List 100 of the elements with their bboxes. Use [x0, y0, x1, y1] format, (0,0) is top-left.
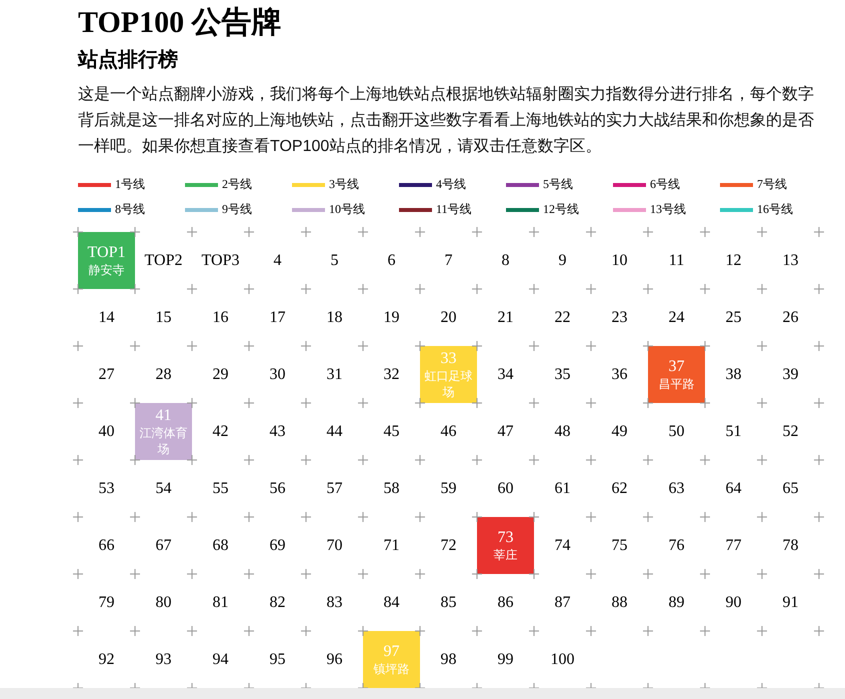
rank-tile[interactable]: 40	[78, 403, 135, 460]
rank-tile[interactable]: 89	[648, 574, 705, 631]
rank-tile[interactable]: 50	[648, 403, 705, 460]
rank-tile[interactable]: 72	[420, 517, 477, 574]
rank-tile[interactable]: 46	[420, 403, 477, 460]
rank-tile[interactable]: 69	[249, 517, 306, 574]
rank-tile[interactable]: 93	[135, 631, 192, 688]
rank-tile[interactable]: 95	[249, 631, 306, 688]
rank-tile[interactable]: 16	[192, 289, 249, 346]
rank-tile[interactable]: 85	[420, 574, 477, 631]
rank-tile[interactable]: 47	[477, 403, 534, 460]
rank-tile[interactable]: 44	[306, 403, 363, 460]
rank-tile[interactable]: 100	[534, 631, 591, 688]
rank-tile[interactable]: 45	[363, 403, 420, 460]
rank-tile[interactable]: 18	[306, 289, 363, 346]
rank-tile[interactable]: 71	[363, 517, 420, 574]
rank-tile[interactable]: 88	[591, 574, 648, 631]
rank-tile[interactable]: 86	[477, 574, 534, 631]
rank-tile[interactable]: 65	[762, 460, 819, 517]
rank-tile[interactable]: 28	[135, 346, 192, 403]
rank-tile[interactable]: 4	[249, 232, 306, 289]
rank-tile[interactable]: 9	[534, 232, 591, 289]
rank-tile[interactable]: 31	[306, 346, 363, 403]
rank-tile[interactable]: 84	[363, 574, 420, 631]
rank-tile[interactable]: 53	[78, 460, 135, 517]
rank-tile[interactable]: 64	[705, 460, 762, 517]
rank-tile[interactable]: 49	[591, 403, 648, 460]
rank-tile[interactable]: 60	[477, 460, 534, 517]
rank-tile[interactable]: 66	[78, 517, 135, 574]
rank-tile[interactable]: 55	[192, 460, 249, 517]
rank-tile[interactable]: 81	[192, 574, 249, 631]
rank-tile[interactable]: 80	[135, 574, 192, 631]
rank-tile[interactable]: 15	[135, 289, 192, 346]
rank-tile[interactable]: 20	[420, 289, 477, 346]
station-name: 镇坪路	[374, 660, 410, 676]
rank-tile[interactable]: 74	[534, 517, 591, 574]
rank-tile[interactable]: 67	[135, 517, 192, 574]
rank-tile[interactable]: TOP3	[192, 232, 249, 289]
rank-tile[interactable]: 43	[249, 403, 306, 460]
rank-tile[interactable]: 58	[363, 460, 420, 517]
line-label: 13号线	[650, 201, 686, 218]
rank-tile[interactable]: 29	[192, 346, 249, 403]
rank-tile[interactable]: 27	[78, 346, 135, 403]
rank-tile[interactable]: 99	[477, 631, 534, 688]
rank-tile[interactable]: 32	[363, 346, 420, 403]
rank-tile[interactable]: TOP2	[135, 232, 192, 289]
station-name: 江湾体育场	[139, 424, 188, 456]
rank-tile[interactable]: 17	[249, 289, 306, 346]
rank-tile[interactable]: 98	[420, 631, 477, 688]
rank-tile[interactable]: 68	[192, 517, 249, 574]
rank-tile[interactable]: 91	[762, 574, 819, 631]
rank-tile[interactable]: 19	[363, 289, 420, 346]
rank-tile[interactable]: 87	[534, 574, 591, 631]
rank-tile[interactable]: 48	[534, 403, 591, 460]
rank-tile[interactable]: 54	[135, 460, 192, 517]
rank-tile[interactable]: 11	[648, 232, 705, 289]
rank-tile[interactable]: 22	[534, 289, 591, 346]
rank-tile[interactable]: 14	[78, 289, 135, 346]
rank-tile[interactable]: 82	[249, 574, 306, 631]
rank-tile[interactable]: 10	[591, 232, 648, 289]
rank-tile[interactable]: 51	[705, 403, 762, 460]
rank-tile[interactable]: 23	[591, 289, 648, 346]
rank-tile[interactable]: 42	[192, 403, 249, 460]
rank-tile[interactable]: 62	[591, 460, 648, 517]
rank-tile[interactable]: 34	[477, 346, 534, 403]
rank-tile[interactable]: 26	[762, 289, 819, 346]
rank-tile[interactable]: 75	[591, 517, 648, 574]
rank-tile[interactable]: 52	[762, 403, 819, 460]
rank-tile[interactable]: 94	[192, 631, 249, 688]
rank-tile[interactable]: 21	[477, 289, 534, 346]
rank-tile[interactable]: 61	[534, 460, 591, 517]
station-name: 虹口足球场	[424, 368, 473, 400]
rank-tile[interactable]: 56	[249, 460, 306, 517]
rank-tile[interactable]: 35	[534, 346, 591, 403]
rank-tile[interactable]: 77	[705, 517, 762, 574]
rank-tile[interactable]: 57	[306, 460, 363, 517]
rank-tile[interactable]: 59	[420, 460, 477, 517]
rank-tile[interactable]: 36	[591, 346, 648, 403]
rank-tile[interactable]: 96	[306, 631, 363, 688]
rank-tile[interactable]: 90	[705, 574, 762, 631]
rank-tile[interactable]: 5	[306, 232, 363, 289]
rank-tile[interactable]: 8	[477, 232, 534, 289]
rank-tile[interactable]: 39	[762, 346, 819, 403]
rank-tile[interactable]: 25	[705, 289, 762, 346]
rank-tile[interactable]: 13	[762, 232, 819, 289]
rank-tile[interactable]: 6	[363, 232, 420, 289]
rank-tile[interactable]: 78	[762, 517, 819, 574]
station-tile[interactable]: 73 莘庄	[477, 517, 534, 574]
rank-tile[interactable]: 30	[249, 346, 306, 403]
rank-tile[interactable]: 7	[420, 232, 477, 289]
rank-tile[interactable]: 38	[705, 346, 762, 403]
rank-tile[interactable]: 70	[306, 517, 363, 574]
rank-tile[interactable]: 76	[648, 517, 705, 574]
rank-tile[interactable]: 79	[78, 574, 135, 631]
rank-tile[interactable]: 24	[648, 289, 705, 346]
rank-tile[interactable]: 63	[648, 460, 705, 517]
rank-tile[interactable]: 92	[78, 631, 135, 688]
rank-tile[interactable]: 12	[705, 232, 762, 289]
rank-tile[interactable]: 83	[306, 574, 363, 631]
rank-number: 37	[668, 358, 684, 376]
